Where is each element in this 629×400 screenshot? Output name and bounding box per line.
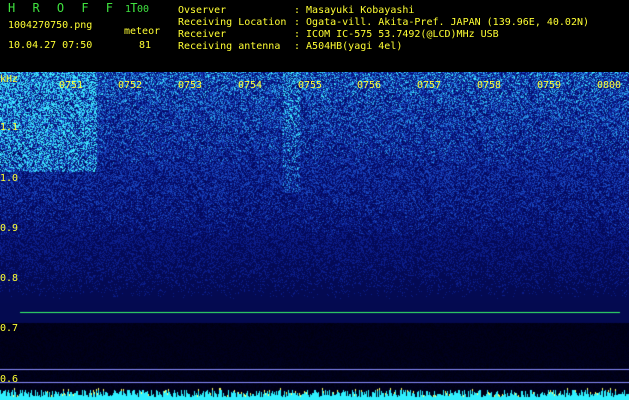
info-label-observer: Ovserver: [178, 5, 227, 16]
y-tick-label: 0.8: [0, 273, 19, 284]
info-label-location: Receiving Location: [178, 17, 287, 28]
spectrogram: [0, 72, 629, 400]
y-axis-unit: kHz: [0, 74, 19, 85]
info-label-receiver: Receiver: [178, 29, 227, 40]
x-tick-label: 0755: [298, 80, 323, 91]
timestamp: 10.04.27 07:50: [8, 40, 93, 51]
app-title: H R O F F T: [8, 1, 143, 15]
app-version: 1.00: [125, 4, 150, 15]
info-value-location: : Ogata-vill. Akita-Pref. JAPAN (139.96E…: [294, 17, 590, 28]
meteor-label: meteor: [124, 26, 161, 37]
y-tick-label: 0.6: [0, 374, 19, 385]
x-tick-label: 0753: [178, 80, 203, 91]
y-tick-label: 1.1: [0, 122, 19, 133]
x-tick-label: 0751: [59, 80, 84, 91]
info-label-antenna: Receiving antenna: [178, 41, 281, 52]
y-tick-label: 0.9: [0, 223, 19, 234]
header-panel: H R O F F T 1.00 1004270750.png meteor 1…: [0, 0, 629, 72]
info-value-antenna: : A504HB(yagi 4el): [294, 41, 403, 52]
y-tick-label: 1.0: [0, 173, 19, 184]
file-name: 1004270750.png: [8, 20, 93, 31]
x-tick-label: 0800: [597, 80, 622, 91]
y-tick-label: 0.7: [0, 323, 19, 334]
x-tick-label: 0754: [238, 80, 263, 91]
info-value-observer: : Masayuki Kobayashi: [294, 5, 415, 16]
x-tick-label: 0758: [477, 80, 502, 91]
info-value-receiver: : ICOM IC-575 53.7492(@LCD)MHz USB: [294, 29, 499, 40]
x-tick-label: 0752: [118, 80, 143, 91]
x-tick-label: 0756: [357, 80, 382, 91]
meteor-count: 81: [139, 40, 152, 51]
x-tick-label: 0757: [417, 80, 442, 91]
x-tick-label: 0759: [537, 80, 562, 91]
